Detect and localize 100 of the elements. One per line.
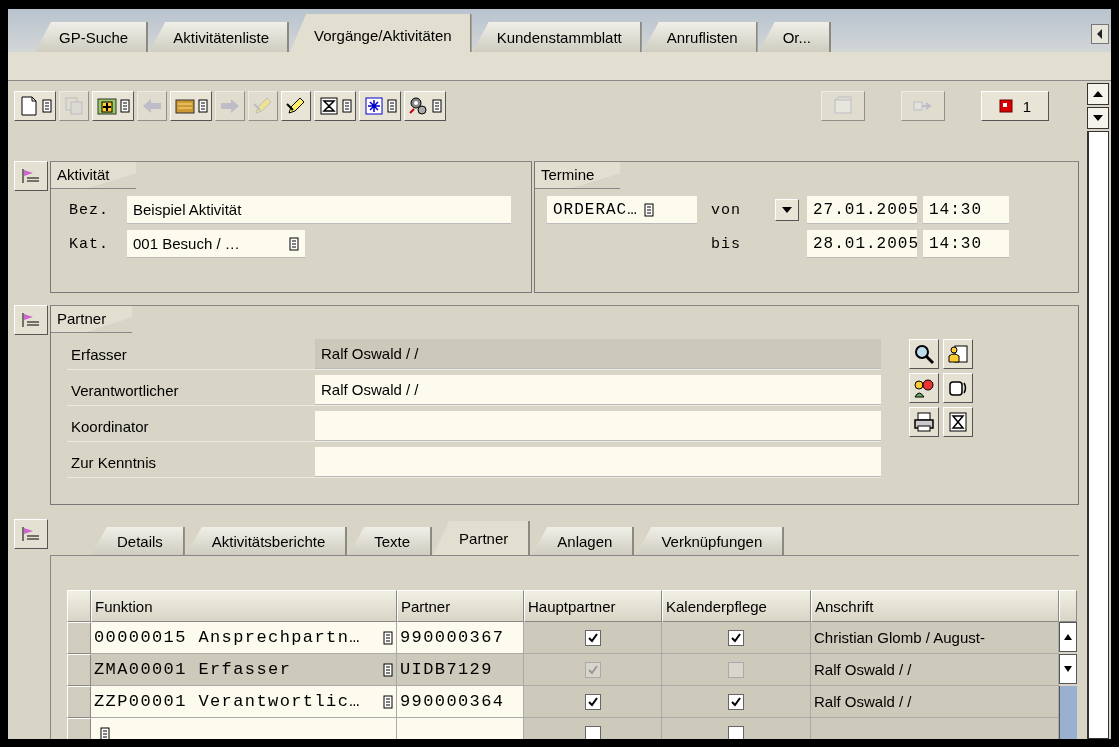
- collapse-button[interactable]: [14, 305, 48, 335]
- down-arrow-icon: [1064, 666, 1072, 672]
- tab[interactable]: GP-Suche: [35, 22, 149, 52]
- people-button[interactable]: [909, 373, 939, 403]
- table-cell[interactable]: 990000367: [397, 622, 524, 654]
- checkbox[interactable]: [584, 693, 601, 710]
- value-help-icon[interactable]: [383, 662, 393, 677]
- table-cell: Ralf Oswald / /: [811, 686, 1059, 718]
- checkbox[interactable]: [728, 693, 744, 710]
- value-help-icon[interactable]: [383, 630, 393, 645]
- date-field[interactable]: 28.01.2005: [807, 230, 917, 258]
- row-selector[interactable]: [67, 686, 91, 718]
- field-label: bis: [710, 235, 742, 253]
- input-field[interactable]: [315, 447, 881, 477]
- new-button[interactable]: [14, 91, 56, 121]
- checkbox[interactable]: [728, 629, 744, 646]
- messages-button[interactable]: 1: [981, 91, 1049, 121]
- field-label: von: [710, 201, 742, 219]
- pencil-button[interactable]: [281, 91, 311, 121]
- field-label: Kat.: [68, 235, 110, 253]
- tab[interactable]: Details: [91, 527, 185, 555]
- checkbox[interactable]: [728, 725, 744, 739]
- person-card-button[interactable]: [943, 339, 973, 369]
- list-icon: [387, 99, 397, 113]
- add-button[interactable]: [92, 91, 134, 121]
- scrollbar[interactable]: [1087, 131, 1109, 739]
- up-arrow-icon: [1093, 91, 1103, 97]
- tab[interactable]: Anruflisten: [642, 22, 758, 52]
- select-all-button[interactable]: [67, 590, 91, 622]
- pencil-icon: [252, 96, 274, 116]
- date-field[interactable]: 27.01.2005: [807, 196, 917, 224]
- search-button[interactable]: [909, 339, 939, 369]
- search-icon: [913, 343, 935, 365]
- phone-button[interactable]: [943, 373, 973, 403]
- person-card-icon: [947, 343, 969, 365]
- row-selector[interactable]: [67, 622, 91, 654]
- scrollbar[interactable]: [1059, 686, 1077, 718]
- column-header[interactable]: Partner: [397, 590, 524, 622]
- table-cell[interactable]: ZMA00001 Erfasser: [91, 654, 397, 686]
- pencil-icon: [285, 96, 307, 116]
- add-icon: [96, 96, 118, 116]
- section-title: Aktivität: [51, 162, 136, 189]
- tab[interactable]: Partner: [433, 521, 531, 555]
- time-field[interactable]: 14:30: [923, 196, 1009, 224]
- people-icon: [913, 377, 935, 399]
- dropdown-button[interactable]: [775, 199, 799, 221]
- column-header[interactable]: Kalenderpflege: [662, 590, 811, 622]
- column-header[interactable]: Hauptpartner: [524, 590, 662, 622]
- row-selector[interactable]: [67, 654, 91, 686]
- new-icon: [18, 96, 40, 116]
- collapse-button[interactable]: [14, 519, 48, 549]
- column-header[interactable]: Anschrift: [811, 590, 1059, 622]
- table-cell[interactable]: 990000364: [397, 686, 524, 718]
- time-field[interactable]: 14:30: [923, 230, 1009, 258]
- table-cell[interactable]: ZZP00001 Verantwortlic…: [91, 686, 397, 718]
- up-arrow-icon: [1064, 634, 1072, 640]
- input-field[interactable]: Ralf Oswald / /: [315, 339, 881, 369]
- tab[interactable]: Verknüpfungen: [635, 527, 785, 555]
- scroll-up-button[interactable]: [1087, 83, 1109, 105]
- list-icon: [432, 99, 442, 113]
- archive-button[interactable]: [170, 91, 212, 121]
- value-help-icon[interactable]: [383, 694, 393, 709]
- checkbox[interactable]: [584, 629, 601, 646]
- input-field[interactable]: Beispiel Aktivität: [127, 196, 511, 224]
- forward-icon: [219, 96, 241, 116]
- tab[interactable]: Vorgänge/Aktivitäten: [290, 14, 472, 52]
- tab[interactable]: Aktivitätsberichte: [185, 527, 348, 555]
- scroll-up-button[interactable]: [1059, 622, 1077, 652]
- tab[interactable]: Texte: [348, 527, 433, 555]
- collapse-button[interactable]: [14, 161, 48, 191]
- tab[interactable]: Aktivitätenliste: [149, 22, 290, 52]
- field-label: Koordinator: [70, 417, 150, 435]
- column-header: [1059, 590, 1077, 622]
- tab[interactable]: Anlagen: [531, 527, 635, 555]
- value-help-icon[interactable]: [643, 202, 654, 217]
- input-field[interactable]: 001 Besuch / …: [127, 230, 305, 258]
- archive-icon: [174, 96, 196, 116]
- caret-icon: [782, 207, 792, 213]
- input-field[interactable]: ORDERAC…: [547, 196, 697, 224]
- field-label: Verantwortlicher: [70, 381, 180, 399]
- scroll-left-button[interactable]: [1091, 24, 1109, 44]
- column-header[interactable]: Funktion: [91, 590, 397, 622]
- message-icon: [998, 99, 1013, 113]
- scroll-down-button[interactable]: [1059, 654, 1077, 684]
- scroll-down-button[interactable]: [1087, 107, 1109, 129]
- tab[interactable]: Or...: [758, 22, 831, 52]
- tab[interactable]: Kundenstammblatt: [472, 22, 642, 52]
- input-field[interactable]: Ralf Oswald / /: [315, 375, 881, 405]
- input-field[interactable]: [315, 411, 881, 441]
- flag-icon: [21, 312, 41, 328]
- back-icon: [141, 96, 163, 116]
- copy-icon: [63, 96, 85, 116]
- list-icon: [342, 99, 352, 113]
- star-button[interactable]: [359, 91, 401, 121]
- table-cell: Christian Glomb / August-: [811, 622, 1059, 654]
- table-cell[interactable]: 00000015 Ansprechpartn…: [91, 622, 397, 654]
- checkbox[interactable]: [584, 725, 601, 739]
- table-cell[interactable]: UIDB7129: [397, 654, 524, 686]
- value-help-icon[interactable]: [289, 236, 299, 251]
- list-icon: [198, 99, 208, 113]
